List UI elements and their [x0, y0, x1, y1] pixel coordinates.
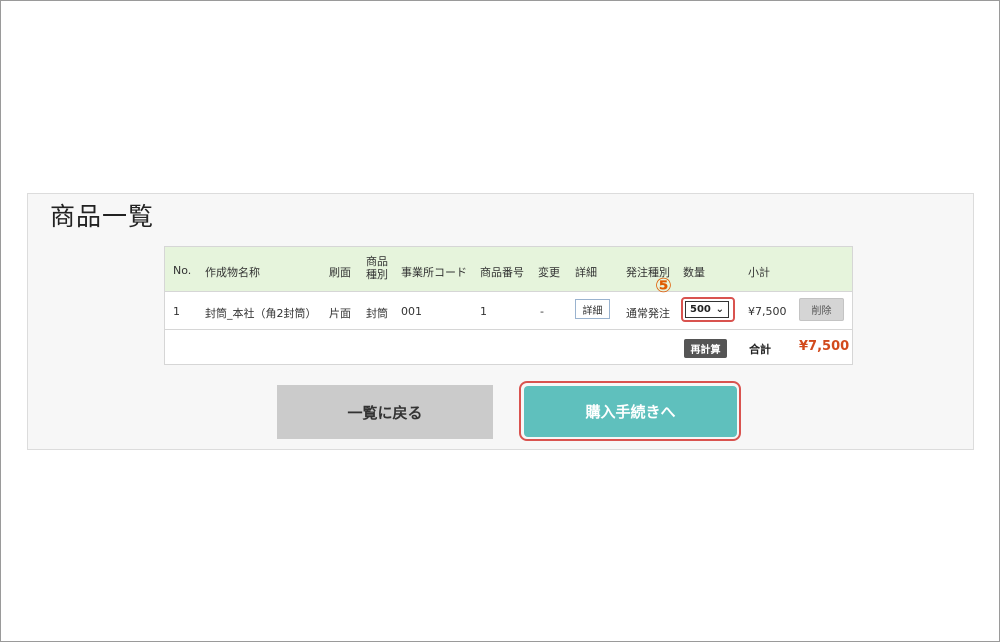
- header-print-side: 刷面: [329, 266, 351, 279]
- total-value: ¥7,500: [799, 339, 850, 354]
- quantity-select[interactable]: 500 ⌄: [685, 301, 729, 318]
- proceed-to-purchase-button[interactable]: 購入手続きへ: [524, 386, 737, 437]
- quantity-value: 500: [690, 304, 711, 315]
- header-product-type: 商品 種別: [366, 255, 388, 281]
- header-subtotal: 小計: [748, 266, 770, 279]
- header-detail: 詳細: [575, 266, 597, 279]
- cell-print-side: 片面: [329, 307, 351, 320]
- table-header: No. 作成物名称 刷面 商品 種別 事業所コード 商品番号 変更 詳細 発注種…: [165, 247, 852, 292]
- cell-office-code: 001: [401, 305, 422, 318]
- step-marker: ⑤: [655, 273, 672, 297]
- delete-button[interactable]: 削除: [799, 298, 844, 321]
- product-table: No. 作成物名称 刷面 商品 種別 事業所コード 商品番号 変更 詳細 発注種…: [164, 246, 853, 365]
- recalculate-button[interactable]: 再計算: [684, 339, 727, 358]
- back-to-list-button[interactable]: 一覧に戻る: [277, 385, 493, 439]
- header-change: 変更: [538, 266, 560, 279]
- header-office-code: 事業所コード: [401, 266, 467, 279]
- cell-subtotal: ¥7,500: [748, 305, 787, 318]
- header-no: No.: [173, 264, 192, 277]
- cell-order-type: 通常発注: [626, 307, 670, 320]
- cell-change: -: [540, 305, 544, 318]
- page-title: 商品一覧: [50, 202, 155, 231]
- header-quantity: 数量: [683, 266, 705, 279]
- cell-product-type: 封筒: [366, 307, 388, 320]
- detail-button[interactable]: 詳細: [575, 299, 610, 319]
- header-product-type-line1: 商品: [366, 255, 388, 268]
- header-product-number: 商品番号: [480, 266, 524, 279]
- cell-product-number: 1: [480, 305, 487, 318]
- cell-no: 1: [173, 305, 180, 318]
- cell-name: 封筒_本社（角2封筒）: [205, 307, 317, 320]
- header-name: 作成物名称: [205, 266, 260, 279]
- total-label: 合計: [749, 343, 771, 356]
- header-product-type-line2: 種別: [366, 268, 388, 281]
- table-row: 1 封筒_本社（角2封筒） 片面 封筒 001 1 - 詳細 通常発注 ⑤ 50…: [165, 273, 852, 330]
- chevron-down-icon: ⌄: [715, 304, 724, 315]
